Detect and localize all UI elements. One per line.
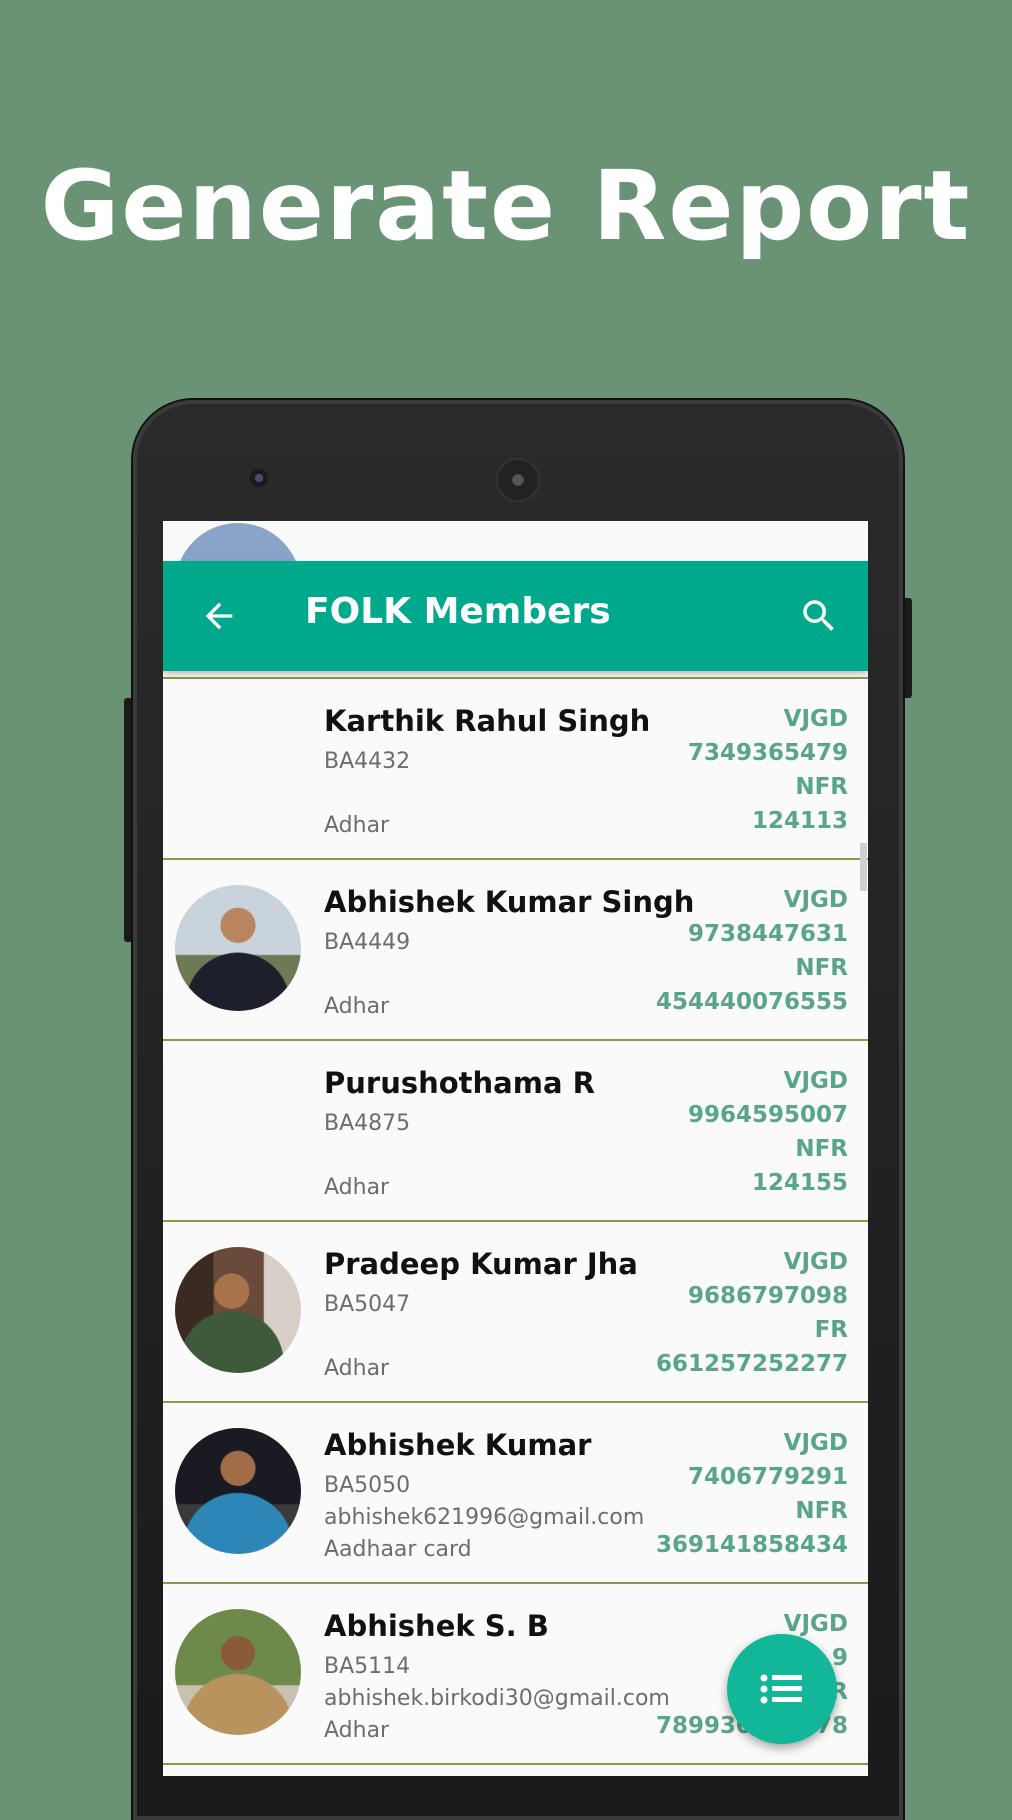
list-icon [760, 1674, 802, 1704]
headline: Generate Report [40, 150, 972, 262]
member-row[interactable]: Purushothama R BA4875 Adhar VJGD 9964595… [163, 1041, 868, 1222]
member-name: Pradeep Kumar Jha [324, 1247, 638, 1281]
member-name: Abhishek Kumar [324, 1428, 592, 1462]
avatar [175, 1247, 301, 1373]
member-email: abhishek621996@gmail.com [324, 1505, 645, 1530]
member-phone: 7406779291 [687, 1464, 848, 1490]
member-row[interactable]: Karthik Rahul Singh BA4432 Adhar VJGD 73… [163, 679, 868, 860]
page-title: FOLK Members [305, 591, 611, 632]
avatar [175, 885, 301, 1011]
member-id-number: 124113 [751, 808, 848, 834]
member-row[interactable]: Pradeep Kumar Jha BA5047 Adhar VJGD 9686… [163, 1222, 868, 1403]
member-id-type: Adhar [324, 994, 390, 1019]
member-center: VJGD [783, 887, 848, 913]
member-details: VJGD 9738447631 NFR 454440076555 [656, 883, 848, 1019]
avatar [175, 1609, 301, 1735]
member-row[interactable]: Abhishek Kumar BA5050 abhishek621996@gma… [163, 1403, 868, 1584]
member-phone: 9738447631 [687, 921, 848, 947]
member-id-type: Adhar [324, 1718, 390, 1743]
phone-screen: Adhar 532517540167 Karthik Rahul Singh B… [163, 521, 868, 1776]
member-id-type: Aadhaar card [324, 1537, 472, 1562]
member-status: NFR [795, 1136, 848, 1162]
back-button[interactable] [199, 596, 239, 636]
search-button[interactable] [798, 595, 840, 637]
avatar [175, 1428, 301, 1554]
member-details: VJGD 7406779291 NFR 369141858434 [656, 1426, 848, 1562]
members-list[interactable]: Adhar 532517540167 Karthik Rahul Singh B… [163, 521, 868, 1765]
member-phone: 9964595007 [687, 1102, 848, 1128]
member-email: abhishek.birkodi30@gmail.com [324, 1686, 670, 1711]
member-id-number: 369141858434 [655, 1532, 848, 1558]
member-status: NFR [795, 955, 848, 981]
member-code: BA4449 [324, 930, 411, 955]
member-id-type: Adhar [324, 1356, 390, 1381]
member-phone: 9686797098 [687, 1283, 848, 1309]
member-center: VJGD [783, 1068, 848, 1094]
report-fab-button[interactable] [727, 1634, 837, 1744]
member-name: Karthik Rahul Singh [324, 704, 651, 738]
phone-side-button-right [902, 598, 912, 698]
member-id-type: Adhar [324, 1175, 390, 1200]
member-id-number: 661257252277 [655, 1351, 848, 1377]
member-status: FR [814, 1317, 848, 1343]
member-details: VJGD 9964595007 NFR 124155 [688, 1064, 848, 1200]
app-bar: FOLK Members [163, 561, 868, 671]
member-row[interactable]: Abhishek Kumar Singh BA4449 Adhar VJGD 9… [163, 860, 868, 1041]
member-status: NFR [795, 774, 848, 800]
earpiece-speaker [496, 458, 540, 502]
member-id-type: Adhar [324, 813, 390, 838]
member-id-number: 454440076555 [655, 989, 848, 1015]
arrow-left-icon [205, 602, 233, 630]
member-code: BA4432 [324, 749, 411, 774]
member-id-number: 124155 [751, 1170, 848, 1196]
member-details: VJGD 9686797098 FR 661257252277 [656, 1245, 848, 1381]
member-center: VJGD [783, 1249, 848, 1275]
member-center: VJGD [783, 1430, 848, 1456]
member-name: Abhishek S. B [324, 1609, 549, 1643]
member-code: BA4875 [324, 1111, 411, 1136]
member-center [656, 521, 848, 555]
scrollbar[interactable] [860, 843, 867, 891]
member-name: Abhishek Kumar Singh [324, 885, 695, 919]
member-code: BA5114 [324, 1654, 411, 1679]
member-center: VJGD [783, 706, 848, 732]
member-code: BA5047 [324, 1292, 411, 1317]
front-camera [250, 469, 268, 487]
search-icon [803, 600, 834, 631]
member-code: BA5050 [324, 1473, 411, 1498]
member-status: NFR [795, 1498, 848, 1524]
member-name: Purushothama R [324, 1066, 595, 1100]
member-phone: 7349365479 [687, 740, 848, 766]
member-details: VJGD 7349365479 NFR 124113 [688, 702, 848, 838]
